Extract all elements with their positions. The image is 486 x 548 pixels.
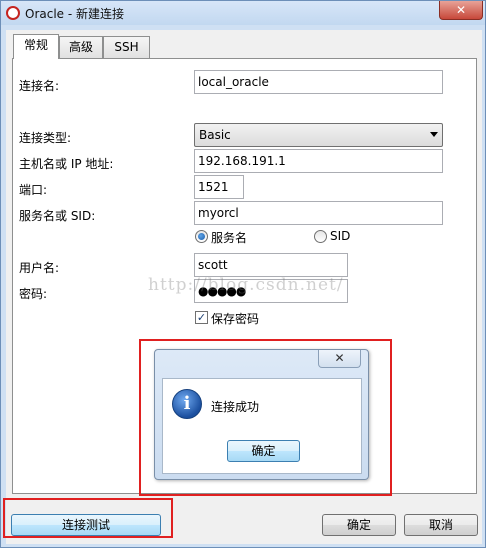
window-close-button[interactable]: ✕	[439, 1, 483, 20]
connection-type-value: Basic	[199, 128, 231, 142]
service-name-radio[interactable]	[195, 230, 208, 243]
tab-ssh[interactable]: SSH	[103, 36, 150, 58]
connection-name-label: 连接名:	[19, 79, 60, 93]
window-title: Oracle - 新建连接	[25, 7, 125, 21]
port-input[interactable]: 1521	[194, 175, 244, 199]
chevron-down-icon	[430, 132, 438, 137]
connection-type-select[interactable]: Basic	[194, 123, 443, 147]
save-password-label: 保存密码	[211, 312, 260, 326]
save-password-checkbox[interactable]: ✓	[195, 311, 208, 324]
info-icon: i	[172, 389, 202, 419]
password-label: 密码:	[19, 287, 48, 301]
popup-body: i 连接成功 确定	[162, 378, 362, 474]
tab-advanced[interactable]: 高级	[59, 36, 103, 58]
popup-close-button[interactable]: ✕	[318, 350, 361, 368]
host-input[interactable]: 192.168.191.1	[194, 149, 443, 173]
success-popup: ✕ i 连接成功 确定	[154, 349, 369, 480]
service-label: 服务名或 SID:	[19, 209, 96, 223]
connection-name-input[interactable]: local_oracle	[194, 70, 443, 94]
cancel-button[interactable]: 取消	[404, 514, 478, 536]
dialog-window: Oracle - 新建连接 ✕ 常规 高级 SSH 连接名: local_ora…	[0, 0, 486, 548]
port-label: 端口:	[19, 183, 48, 197]
host-label: 主机名或 IP 地址:	[19, 157, 114, 171]
ok-button[interactable]: 确定	[322, 514, 396, 536]
popup-ok-button[interactable]: 确定	[227, 440, 300, 462]
sid-radio[interactable]	[314, 230, 327, 243]
sid-radio-label: SID	[330, 229, 351, 243]
oracle-icon	[6, 6, 20, 20]
username-input[interactable]: scott	[194, 253, 348, 277]
connection-type-label: 连接类型:	[19, 131, 72, 145]
tab-general[interactable]: 常规	[13, 34, 59, 59]
service-input[interactable]: myorcl	[194, 201, 443, 225]
title-bar[interactable]: Oracle - 新建连接 ✕	[1, 1, 485, 25]
test-connection-button[interactable]: 连接测试	[11, 514, 161, 536]
popup-message: 连接成功	[211, 400, 260, 414]
service-name-radio-label: 服务名	[211, 231, 248, 245]
watermark-text: http://blog.csdn.net/	[148, 275, 344, 295]
username-label: 用户名:	[19, 261, 60, 275]
